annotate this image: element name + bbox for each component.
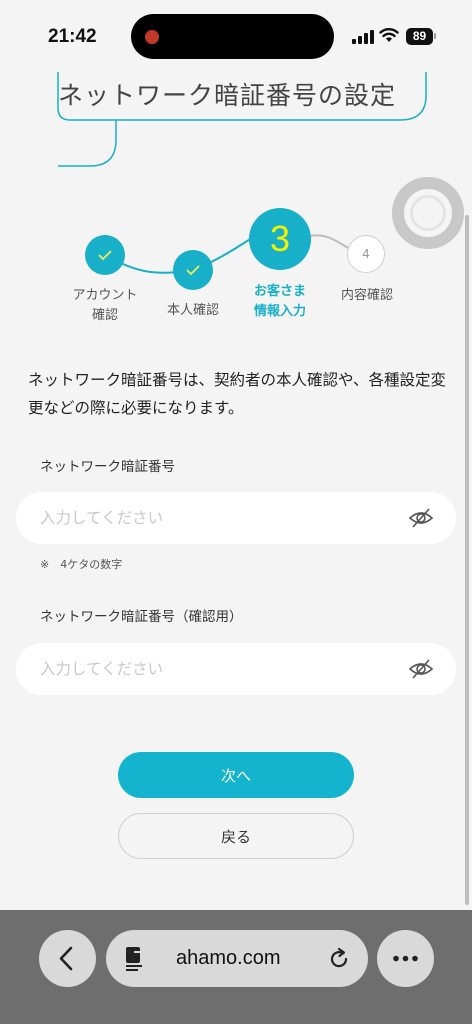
wifi-icon (379, 28, 399, 42)
pin-confirm-input-wrapper (16, 643, 456, 695)
browser-back-button[interactable] (39, 930, 96, 987)
eye-slash-icon[interactable] (408, 657, 434, 681)
step-2-label: 本人確認 (166, 303, 219, 318)
check-icon (98, 250, 112, 261)
step-3-label: お客さま 情報入力 (253, 284, 306, 319)
status-time: 21:42 (48, 26, 97, 47)
pin-input-wrapper (16, 492, 456, 544)
reader-icon (126, 947, 142, 971)
description-text: ネットワーク暗証番号は、契約者の本人確認や、各種設定変更などの際に必要になります… (28, 371, 447, 417)
step-4-label: 内容確認 (340, 288, 393, 303)
step-2-done (173, 250, 213, 290)
pin-confirm-input[interactable] (40, 643, 410, 695)
back-button[interactable]: 戻る (118, 813, 354, 859)
battery-icon: 89 (406, 28, 433, 45)
pin-label: ネットワーク暗証番号 (40, 459, 175, 475)
step-1-done (85, 235, 125, 275)
step-3-active: 3 (249, 208, 311, 270)
address-bar[interactable]: ahamo.com (106, 930, 368, 987)
eye-slash-icon[interactable] (408, 506, 434, 530)
pin-hint: ※ 4ケタの数字 (40, 558, 123, 571)
reload-icon[interactable] (326, 946, 352, 972)
more-icon (393, 955, 418, 962)
recording-indicator (145, 30, 159, 44)
pin-confirm-label: ネットワーク暗証番号（確認用） (40, 609, 243, 625)
page-title: ネットワーク暗証番号の設定 (58, 81, 397, 110)
browser-toolbar: ahamo.com (0, 910, 472, 1024)
more-button[interactable] (377, 930, 434, 987)
signal-icon (352, 30, 374, 44)
title-box: ネットワーク暗証番号の設定 (0, 60, 472, 170)
check-icon (186, 265, 200, 276)
url-text: ahamo.com (176, 947, 281, 969)
next-button[interactable]: 次へ (118, 752, 354, 798)
chevron-left-icon (59, 946, 73, 971)
step-4-pending: 4 (347, 235, 385, 273)
pin-input[interactable] (40, 492, 410, 544)
step-1-label: アカウント 確認 (72, 288, 138, 323)
dynamic-island (131, 14, 334, 59)
progress-stepper: アカウント 確認 本人確認 3 お客さま 情報入力 4 内容確認 (0, 200, 472, 340)
